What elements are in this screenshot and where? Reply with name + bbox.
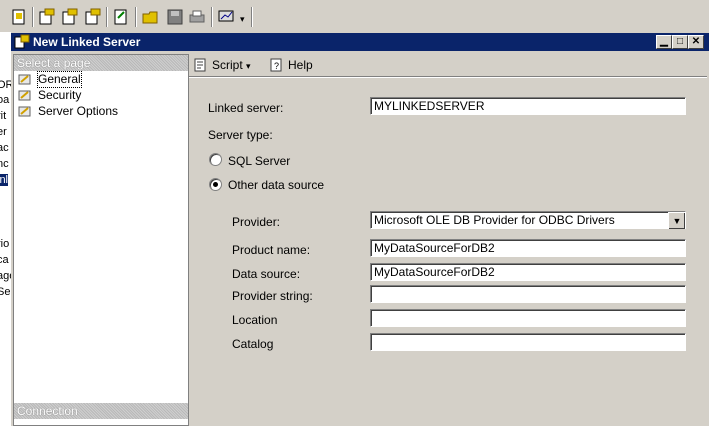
location-label: Location [232,313,278,327]
page-icon [18,90,31,101]
help-icon: ? [270,58,282,72]
page-item-label: General [37,71,82,88]
script-icon [194,58,206,72]
provider-string-input[interactable] [370,285,686,303]
new-query-icon[interactable] [38,8,56,26]
provider-select[interactable]: Microsoft OLE DB Provider for ODBC Drive… [370,211,686,229]
page-item-server-options[interactable]: Server Options [18,104,118,119]
other-data-source-radio[interactable] [209,178,222,191]
save-icon[interactable] [166,8,184,26]
other-data-source-label: Other data source [228,178,325,192]
linked-server-label: Linked server: [208,101,284,115]
panel-header: Select a page [14,55,188,71]
strip-text: er [0,126,7,138]
dialog-toolbar: Script ▾ ? Help [189,54,709,76]
new-linked-server-dialog: New Linked Server ▁ □ ✕ Select a page Ge… [11,32,709,426]
dialog-titlebar[interactable]: New Linked Server ▁ □ ✕ [11,33,709,51]
activity-monitor-icon[interactable] [218,8,236,26]
page-icon [18,74,31,85]
svg-text:?: ? [274,61,279,71]
strip-text: Se [0,286,11,298]
location-input[interactable] [370,309,686,327]
mdx-query-icon[interactable] [61,8,79,26]
sql-server-label: SQL Server [228,154,291,168]
strip-text: ac [0,142,9,154]
open-folder-icon[interactable] [142,8,160,26]
page-item-label: Security [38,88,82,102]
catalog-label: Catalog [232,337,274,351]
minimize-button[interactable]: ▁ [656,35,672,49]
toolbar-overflow-icon[interactable]: ▾ [240,14,245,25]
connection-header: Connection [14,403,188,419]
page-item-security[interactable]: Security [18,88,81,103]
print-icon[interactable] [188,8,206,26]
product-name-input[interactable] [370,239,686,257]
data-source-input[interactable] [370,263,686,281]
xmla-query-icon[interactable] [84,8,102,26]
close-button[interactable]: ✕ [688,35,704,49]
linked-server-icon [14,34,30,49]
chevron-down-icon[interactable]: ▼ [668,212,685,229]
linked-server-input[interactable] [370,97,686,115]
strip-text: oa [0,94,10,106]
sql-server-radio[interactable] [209,153,222,166]
server-type-label: Server type: [208,128,273,142]
new-file-icon[interactable] [10,8,28,26]
help-button[interactable]: ? Help [269,57,313,73]
app-toolbar: ▾ [0,0,709,32]
select-page-panel: Select a page General Security Server Op… [13,54,189,426]
maximize-button[interactable]: □ [672,35,688,49]
help-label: Help [288,58,313,72]
script-button[interactable]: Script ▾ [193,57,251,73]
strip-text: rio [0,238,10,250]
catalog-input[interactable] [370,333,686,351]
template-icon[interactable] [112,8,130,26]
page-item-label: Server Options [38,104,119,118]
strip-text: inl [0,174,9,186]
strip-text: rit [0,110,7,122]
provider-string-label: Provider string: [232,289,313,303]
page-item-general[interactable]: General [18,71,82,88]
script-label: Script [212,58,243,72]
provider-value: Microsoft OLE DB Provider for ODBC Drive… [374,213,615,227]
provider-label: Provider: [232,215,281,229]
dialog-title: New Linked Server [33,35,141,49]
chevron-down-icon[interactable]: ▾ [246,61,251,71]
strip-text: nc [0,158,9,170]
strip-text: ca [0,254,9,266]
page-icon [18,106,31,117]
toolbar-divider [189,76,707,78]
product-name-label: Product name: [232,243,311,257]
data-source-label: Data source: [232,267,301,281]
